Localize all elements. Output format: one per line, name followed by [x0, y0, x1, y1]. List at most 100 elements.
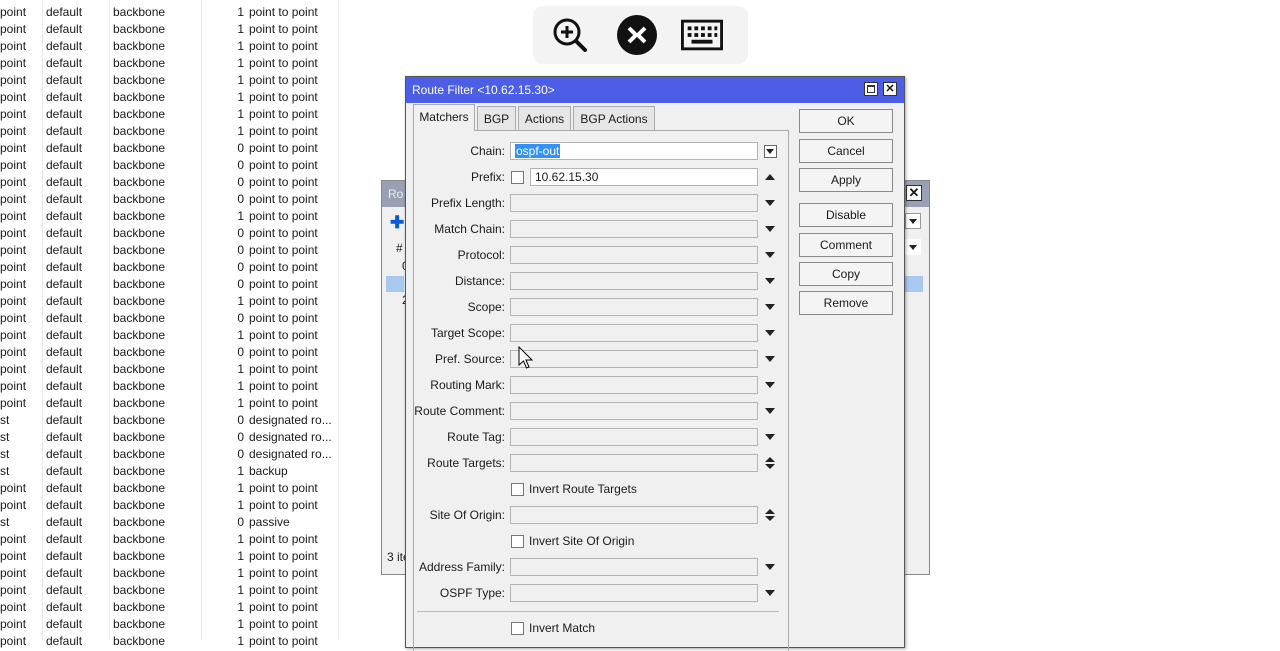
table-row[interactable]: point default backbone 1 point to point: [0, 123, 340, 140]
route-comment-dropdown-icon[interactable]: [763, 402, 777, 420]
close-icon[interactable]: ✕: [883, 82, 897, 96]
zoom-in-icon[interactable]: [549, 14, 591, 56]
remote-desktop-icon[interactable]: [616, 14, 658, 56]
table-cell: point: [0, 583, 27, 597]
table-row[interactable]: point default backbone 1 point to point: [0, 327, 340, 344]
close-icon[interactable]: ✕: [906, 185, 922, 201]
tab-actions[interactable]: Actions: [518, 106, 571, 130]
table-row[interactable]: point default backbone 1 point to point: [0, 497, 340, 514]
routing-mark-dropdown-icon[interactable]: [763, 376, 777, 394]
route-targets-input[interactable]: [510, 454, 758, 472]
table-row[interactable]: point default backbone 1 point to point: [0, 38, 340, 55]
ok-button[interactable]: OK: [799, 109, 893, 133]
column-menu-dropdown-icon[interactable]: [905, 239, 921, 255]
table-row[interactable]: point default backbone 1 point to point: [0, 582, 340, 599]
tab-matchers[interactable]: Matchers: [413, 104, 475, 131]
address-family-input[interactable]: [510, 558, 758, 576]
prefix-length-input[interactable]: [510, 194, 758, 212]
table-row[interactable]: st default backbone 0 passive: [0, 514, 340, 531]
table-row[interactable]: point default backbone 0 point to point: [0, 157, 340, 174]
remove-button[interactable]: Remove: [799, 291, 893, 315]
copy-button[interactable]: Copy: [799, 262, 893, 286]
disable-button[interactable]: Disable: [799, 203, 893, 227]
table-row[interactable]: st default backbone 0 designated ro...: [0, 429, 340, 446]
target-scope-input[interactable]: [510, 324, 758, 342]
site-of-origin-updown-icon[interactable]: [763, 506, 777, 524]
table-row[interactable]: point default backbone 1 point to point: [0, 208, 340, 225]
table-row[interactable]: point default backbone 0 point to point: [0, 174, 340, 191]
tab-bgp-actions[interactable]: BGP Actions: [573, 106, 655, 130]
cancel-button[interactable]: Cancel: [799, 139, 893, 163]
protocol-input[interactable]: [510, 246, 758, 264]
prefix-collapse-icon[interactable]: [763, 168, 777, 186]
add-icon[interactable]: ✚: [390, 214, 404, 231]
table-row[interactable]: point default backbone 1 point to point: [0, 21, 340, 38]
protocol-dropdown-icon[interactable]: [763, 246, 777, 264]
route-targets-updown-icon[interactable]: [763, 454, 777, 472]
site-of-origin-input[interactable]: [510, 506, 758, 524]
match-chain-dropdown-icon[interactable]: [763, 220, 777, 238]
distance-dropdown-icon[interactable]: [763, 272, 777, 290]
list-item-selected[interactable]: [386, 276, 404, 292]
table-cell: point to point: [249, 311, 318, 325]
address-family-dropdown-icon[interactable]: [763, 558, 777, 576]
table-row[interactable]: point default backbone 1 point to point: [0, 395, 340, 412]
table-row[interactable]: point default backbone 1 point to point: [0, 72, 340, 89]
table-row[interactable]: point default backbone 1 point to point: [0, 531, 340, 548]
table-row[interactable]: point default backbone 1 point to point: [0, 89, 340, 106]
table-row[interactable]: point default backbone 1 point to point: [0, 55, 340, 72]
chain-input[interactable]: ospf-out: [510, 142, 758, 160]
table-row[interactable]: point default backbone 1 point to point: [0, 599, 340, 616]
table-row[interactable]: point default backbone 0 point to point: [0, 225, 340, 242]
target-scope-dropdown-icon[interactable]: [763, 324, 777, 342]
table-cell: point to point: [249, 566, 318, 580]
table-cell: point: [0, 379, 27, 393]
table-row[interactable]: point default backbone 0 point to point: [0, 191, 340, 208]
invert-match-checkbox[interactable]: [511, 622, 524, 635]
prefix-invert-checkbox[interactable]: [511, 171, 524, 184]
table-row[interactable]: point default backbone 1 point to point: [0, 361, 340, 378]
route-tag-dropdown-icon[interactable]: [763, 428, 777, 446]
table-row[interactable]: point default backbone 1 point to point: [0, 378, 340, 395]
scope-input[interactable]: [510, 298, 758, 316]
table-row[interactable]: point default backbone 0 point to point: [0, 259, 340, 276]
routing-mark-input[interactable]: [510, 376, 758, 394]
invert-route-targets-checkbox[interactable]: [511, 483, 524, 496]
ospf-type-dropdown-icon[interactable]: [763, 584, 777, 602]
table-row[interactable]: st default backbone 0 designated ro...: [0, 412, 340, 429]
pref-source-dropdown-icon[interactable]: [763, 350, 777, 368]
table-row[interactable]: point default backbone 1 point to point: [0, 548, 340, 565]
table-row[interactable]: point default backbone 1 point to point: [0, 565, 340, 582]
invert-site-of-origin-checkbox[interactable]: [511, 535, 524, 548]
maximize-icon[interactable]: [864, 82, 878, 96]
filter-dropdown-icon[interactable]: [905, 213, 921, 229]
route-tag-input[interactable]: [510, 428, 758, 446]
keyboard-icon[interactable]: [681, 14, 723, 56]
table-row[interactable]: point default backbone 1 point to point: [0, 480, 340, 497]
table-row[interactable]: point default backbone 0 point to point: [0, 344, 340, 361]
table-row[interactable]: st default backbone 0 designated ro...: [0, 446, 340, 463]
table-row[interactable]: st default backbone 1 backup: [0, 463, 340, 480]
distance-input[interactable]: [510, 272, 758, 290]
prefix-input[interactable]: 10.62.15.30: [530, 168, 758, 186]
apply-button[interactable]: Apply: [799, 168, 893, 192]
match-chain-input[interactable]: [510, 220, 758, 238]
table-row[interactable]: point default backbone 0 point to point: [0, 276, 340, 293]
table-row[interactable]: point default backbone 1 point to point: [0, 633, 340, 650]
table-cell: point: [0, 294, 27, 308]
pref-source-input[interactable]: [510, 350, 758, 368]
table-row[interactable]: point default backbone 0 point to point: [0, 140, 340, 157]
prefix-length-dropdown-icon[interactable]: [763, 194, 777, 212]
ospf-type-input[interactable]: [510, 584, 758, 602]
table-row[interactable]: point default backbone 0 point to point: [0, 242, 340, 259]
route-comment-input[interactable]: [510, 402, 758, 420]
table-row[interactable]: point default backbone 1 point to point: [0, 616, 340, 633]
chain-dropdown-icon[interactable]: [763, 142, 777, 160]
scope-dropdown-icon[interactable]: [763, 298, 777, 316]
table-row[interactable]: point default backbone 0 point to point: [0, 310, 340, 327]
comment-button[interactable]: Comment: [799, 233, 893, 257]
table-row[interactable]: point default backbone 1 point to point: [0, 106, 340, 123]
table-row[interactable]: point default backbone 1 point to point: [0, 293, 340, 310]
table-row[interactable]: point default backbone 1 point to point: [0, 4, 340, 21]
tab-bgp[interactable]: BGP: [477, 106, 516, 130]
